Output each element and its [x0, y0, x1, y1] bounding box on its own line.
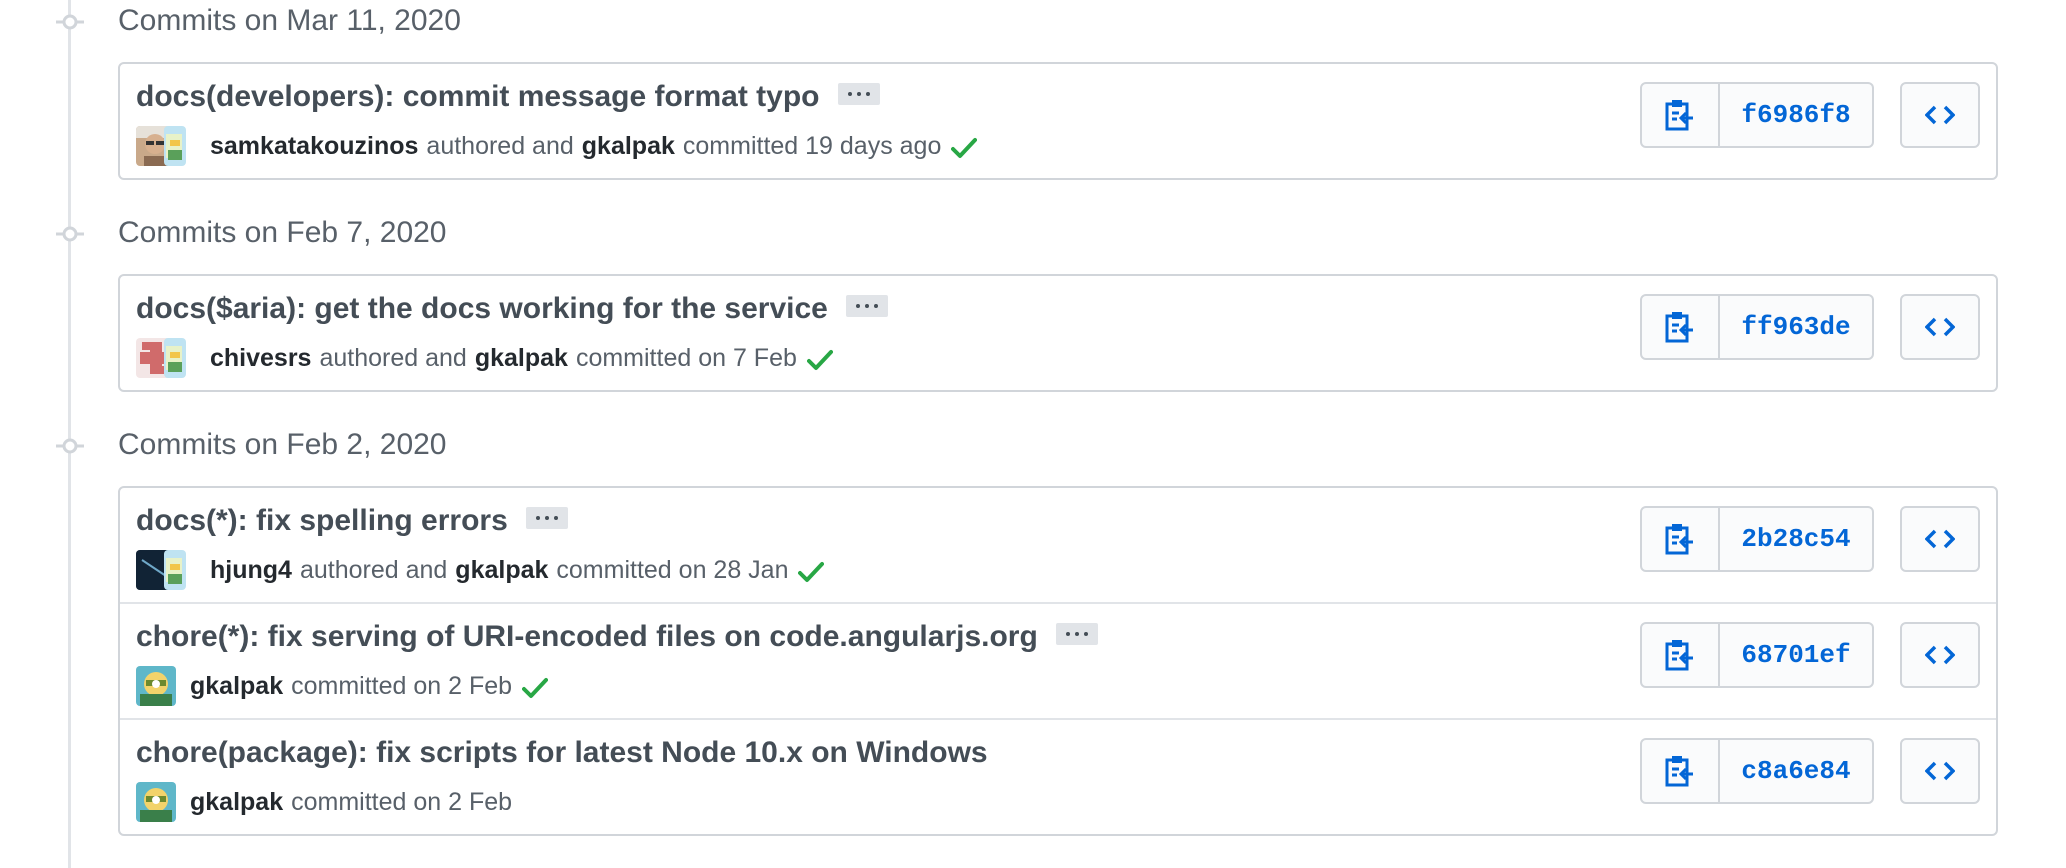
clippy-icon — [1665, 100, 1693, 131]
code-icon — [1925, 317, 1955, 337]
commit-list: docs($aria): get the docs working for th… — [118, 274, 1998, 392]
committed-time: committed on 28 Jan — [556, 555, 789, 584]
commit-message-link[interactable]: docs(*): fix spelling errors — [136, 504, 508, 537]
avatar-stack — [136, 550, 198, 590]
ellipsis-icon[interactable] — [1055, 623, 1098, 645]
avatar[interactable] — [164, 550, 186, 590]
commit-sha-link[interactable]: 2b28c54 — [1720, 506, 1874, 572]
ellipsis-icon[interactable] — [845, 295, 888, 317]
avatar-stack — [136, 126, 198, 166]
committed-time: committed on 2 Feb — [291, 671, 513, 700]
commit-row: docs(developers): commit message format … — [120, 64, 1996, 178]
check-icon[interactable] — [806, 349, 833, 371]
avatar[interactable] — [136, 666, 176, 706]
code-icon — [1925, 529, 1955, 549]
commit-list: docs(developers): commit message format … — [118, 62, 1998, 180]
author-link[interactable]: chivesrs — [210, 344, 311, 373]
browse-repo-button[interactable] — [1900, 738, 1980, 804]
check-icon[interactable] — [951, 137, 978, 159]
copy-sha-button[interactable] — [1640, 622, 1720, 688]
sha-button-group: ff963de — [1640, 294, 1874, 360]
commit-list: docs(*): fix spelling errors hjung4 auth… — [118, 486, 1998, 836]
git-commit-icon — [56, 438, 84, 454]
committed-time: committed on 7 Feb — [575, 343, 797, 372]
commit-row: chore(*): fix serving of URI-encoded fil… — [120, 602, 1996, 718]
commit-message-link[interactable]: chore(package): fix scripts for latest N… — [136, 736, 988, 769]
clippy-icon — [1665, 640, 1693, 671]
sha-button-group: 68701ef — [1640, 622, 1874, 688]
code-icon — [1925, 645, 1955, 665]
authored-text: authored and — [319, 343, 467, 372]
commit-message-link[interactable]: chore(*): fix serving of URI-encoded fil… — [136, 620, 1038, 653]
browse-repo-button[interactable] — [1900, 506, 1980, 572]
code-icon — [1925, 105, 1955, 125]
avatar[interactable] — [136, 782, 176, 822]
avatar[interactable] — [164, 338, 186, 378]
commit-row: chore(package): fix scripts for latest N… — [120, 718, 1996, 834]
commit-sha-link[interactable]: c8a6e84 — [1720, 738, 1874, 804]
ellipsis-icon[interactable] — [525, 507, 568, 529]
commit-group-header: Commits on Feb 2, 2020 — [0, 424, 900, 468]
committed-time: committed on 2 Feb — [291, 787, 513, 816]
copy-sha-button[interactable] — [1640, 82, 1720, 148]
commit-group-title: Commits on Feb 2, 2020 — [118, 428, 447, 461]
author-link[interactable]: samkatakouzinos — [210, 132, 418, 161]
git-commit-icon — [56, 14, 84, 30]
committer-link[interactable]: gkalpak — [190, 672, 283, 701]
commit-group-header: Commits on Feb 7, 2020 — [0, 212, 900, 256]
check-icon[interactable] — [522, 677, 549, 699]
clippy-icon — [1665, 756, 1693, 787]
avatar-stack — [136, 666, 178, 706]
commit-sha-link[interactable]: 68701ef — [1720, 622, 1874, 688]
copy-sha-button[interactable] — [1640, 294, 1720, 360]
avatar-stack — [136, 338, 198, 378]
commit-sha-link[interactable]: f6986f8 — [1720, 82, 1874, 148]
copy-sha-button[interactable] — [1640, 738, 1720, 804]
commit-group-header: Commits on Mar 11, 2020 — [0, 0, 900, 44]
browse-repo-button[interactable] — [1900, 622, 1980, 688]
committed-time: committed 19 days ago — [682, 131, 942, 160]
check-icon[interactable] — [798, 561, 825, 583]
author-link[interactable]: hjung4 — [210, 556, 292, 585]
ellipsis-icon[interactable] — [837, 83, 880, 105]
git-commit-icon — [56, 226, 84, 242]
commit-row: docs(*): fix spelling errors hjung4 auth… — [120, 488, 1996, 602]
sha-button-group: c8a6e84 — [1640, 738, 1874, 804]
sha-button-group: 2b28c54 — [1640, 506, 1874, 572]
committer-link[interactable]: gkalpak — [190, 788, 283, 817]
commit-group-title: Commits on Feb 7, 2020 — [118, 216, 447, 249]
commit-row: docs($aria): get the docs working for th… — [120, 276, 1996, 390]
code-icon — [1925, 761, 1955, 781]
committer-link[interactable]: gkalpak — [455, 556, 548, 585]
commit-message-link[interactable]: docs(developers): commit message format … — [136, 80, 820, 113]
commit-message-link[interactable]: docs($aria): get the docs working for th… — [136, 292, 828, 325]
authored-text: authored and — [299, 555, 448, 584]
copy-sha-button[interactable] — [1640, 506, 1720, 572]
authored-text: authored and — [426, 131, 574, 160]
commit-sha-link[interactable]: ff963de — [1720, 294, 1874, 360]
avatar[interactable] — [164, 126, 186, 166]
clippy-icon — [1665, 524, 1693, 555]
browse-repo-button[interactable] — [1900, 82, 1980, 148]
clippy-icon — [1665, 312, 1693, 343]
committer-link[interactable]: gkalpak — [582, 132, 675, 161]
avatar-stack — [136, 782, 178, 822]
browse-repo-button[interactable] — [1900, 294, 1980, 360]
committer-link[interactable]: gkalpak — [475, 344, 568, 373]
sha-button-group: f6986f8 — [1640, 82, 1874, 148]
commit-group-title: Commits on Mar 11, 2020 — [118, 4, 461, 37]
